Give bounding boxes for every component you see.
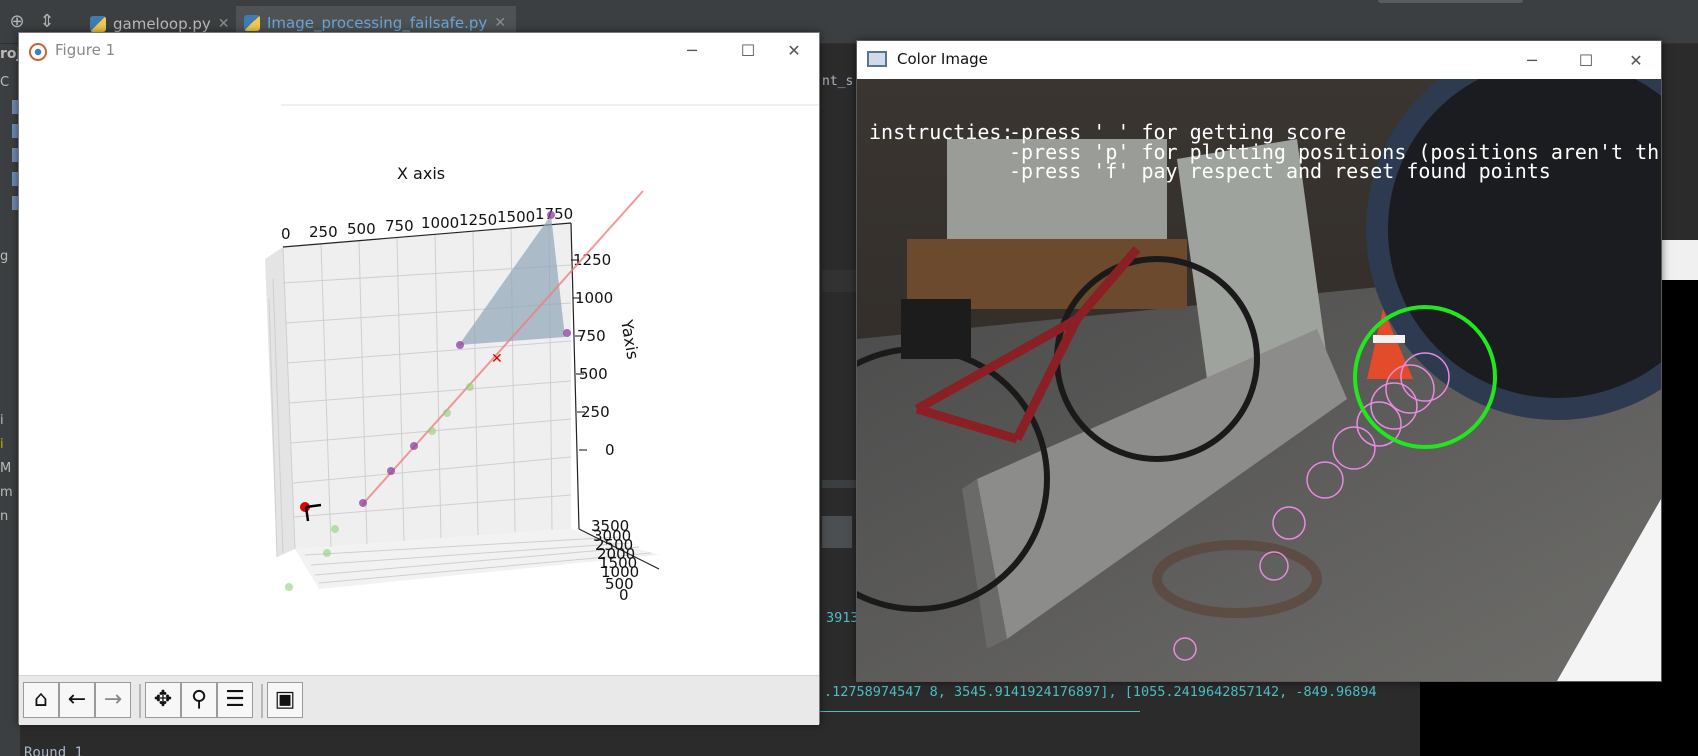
project-row-label: M: [0, 461, 12, 476]
window-icon: [867, 51, 887, 67]
maximize-icon[interactable]: ☐: [725, 39, 771, 63]
data-point: [456, 341, 464, 349]
x-tick: 1000: [421, 214, 459, 232]
console-round-text: Round 1: [24, 745, 84, 756]
python-file-icon: [90, 16, 106, 32]
project-row[interactable]: m: [0, 482, 20, 504]
console-separator: [818, 711, 1140, 712]
project-row[interactable]: i: [0, 410, 20, 432]
project-row[interactable]: C: [0, 72, 20, 94]
toolbar-separator: [139, 684, 141, 718]
instructions-label: instructies:: [869, 120, 1014, 144]
crosshair-icon[interactable]: ⊕: [6, 11, 28, 33]
trampoline: [1366, 79, 1661, 420]
data-point: [428, 427, 436, 435]
y-tick: 250: [581, 403, 610, 421]
wooden-shelf: [907, 239, 1187, 309]
light-panel: [1658, 240, 1698, 280]
tab-label: Image_processing_failsafe.py: [267, 13, 488, 32]
bicycle-bag: [901, 299, 971, 359]
close-icon[interactable]: ✕: [1613, 49, 1659, 73]
project-row-label: n: [0, 509, 9, 524]
close-icon[interactable]: ✕: [494, 15, 506, 31]
x-tick: 1250: [459, 211, 497, 229]
data-point: [387, 467, 395, 475]
x-tick: 750: [385, 217, 414, 235]
x-axis-label: X axis: [397, 164, 445, 183]
x-tick: 500: [347, 220, 376, 238]
home-icon[interactable]: ⌂: [23, 682, 59, 718]
matplotlib-icon: [29, 43, 47, 61]
move-icon[interactable]: ✥: [145, 682, 181, 718]
y-axis-label: Yaxis: [617, 317, 643, 360]
close-icon[interactable]: ✕: [218, 16, 230, 32]
instruction-line: -press 'f' pay respect and reset found p…: [1009, 159, 1551, 183]
z-tick: 0: [619, 586, 629, 604]
data-point: [331, 525, 339, 533]
save-icon[interactable]: ▣: [267, 682, 303, 718]
figure-toolbar: ⌂ ← → ✥ ⚲ ☰ ▣: [19, 675, 819, 725]
arrow-left-icon[interactable]: ←: [59, 682, 95, 718]
project-row-label: i: [0, 437, 4, 452]
console-output-line: .12758974547 8, 3545.9141924176897], [10…: [824, 684, 1377, 700]
project-row[interactable]: [0, 144, 20, 166]
ide-toolbar-button[interactable]: [1378, 0, 1523, 3]
project-row-label: i: [0, 413, 4, 428]
tab-label: gameloop.py: [113, 15, 211, 33]
project-row[interactable]: [0, 120, 20, 142]
color-image-window: Color Image ─ ☐ ✕ instructies: -press ' …: [856, 40, 1662, 682]
project-row[interactable]: i: [0, 434, 20, 456]
project-row-label: C: [0, 75, 10, 90]
data-point: [285, 583, 293, 591]
code-fragment: nt_s: [822, 74, 854, 89]
project-row[interactable]: [0, 192, 20, 214]
sliders-icon[interactable]: ☰: [217, 682, 253, 718]
cone-stripe: [1373, 335, 1405, 343]
color-image-title: Color Image: [897, 50, 988, 68]
arrow-right-icon[interactable]: →: [95, 682, 131, 718]
minimize-icon[interactable]: ─: [1509, 49, 1555, 73]
camera-frame[interactable]: instructies: -press ' ' for getting scor…: [857, 79, 1661, 681]
data-point: [563, 329, 571, 337]
y-tick-labels: 1250 1000 750 500 250 0: [573, 251, 615, 459]
plot-3d-canvas[interactable]: 0 250 500 750 1000 1250 1500 1750 X axis…: [19, 69, 819, 669]
data-point: [359, 499, 367, 507]
x-tick: 0: [281, 225, 291, 243]
console-tool-button[interactable]: [822, 516, 852, 548]
data-point: [323, 549, 331, 557]
figure-title: Figure 1: [55, 41, 116, 59]
figure-title-bar[interactable]: Figure 1 ─ ☐ ✕: [19, 33, 819, 67]
figure-window: Figure 1 ─ ☐ ✕ 0 250 500 750 1000 1250 1…: [18, 32, 820, 725]
project-row[interactable]: g: [0, 246, 20, 268]
data-point: [443, 409, 451, 417]
x-tick: 250: [309, 223, 338, 241]
z-tick-labels: 3500 3000 2500 2000 1500 1000 500 0: [591, 517, 639, 604]
x-tick: 1500: [497, 208, 535, 226]
data-point: [410, 442, 418, 450]
console-output-line: 3913: [826, 610, 859, 626]
project-row-label: m: [0, 485, 13, 500]
close-icon[interactable]: ✕: [771, 39, 817, 63]
python-file-icon: [244, 14, 260, 31]
data-point: [466, 383, 474, 391]
toolbar-separator: [261, 684, 263, 718]
minimize-icon[interactable]: ─: [669, 39, 715, 63]
project-row[interactable]: [0, 168, 20, 190]
color-image-title-bar[interactable]: Color Image ─ ☐ ✕: [857, 41, 1661, 79]
zoom-icon[interactable]: ⚲: [181, 682, 217, 718]
red-x-marker: ✕: [491, 351, 503, 367]
project-row-label: g: [0, 249, 9, 264]
project-row[interactable]: n: [0, 506, 20, 528]
project-row[interactable]: M: [0, 458, 20, 480]
y-tick: 0: [605, 441, 615, 459]
data-point: [547, 211, 555, 219]
maximize-icon[interactable]: ☐: [1563, 49, 1609, 73]
project-row[interactable]: [0, 96, 20, 118]
collapse-icon[interactable]: ⇕: [36, 11, 58, 33]
